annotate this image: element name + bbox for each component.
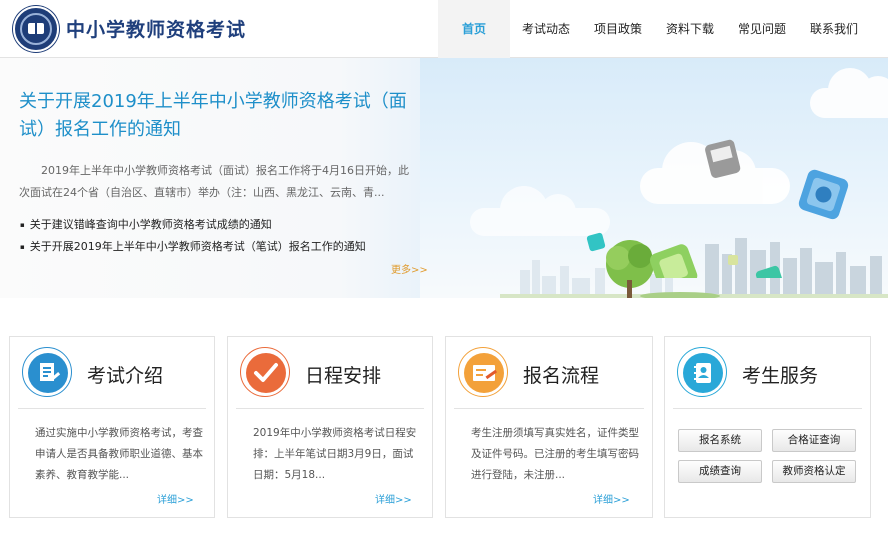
card-exam-intro: 考试介绍 通过实施中小学教师资格考试，考查申请人是否具备教师职业道德、基本素养、… (9, 336, 215, 518)
hero-summary: 2019年上半年中小学教师资格考试（面试）报名工作将于4月16日开始，此次面试在… (19, 164, 409, 199)
main-nav: 首页 考试动态 项目政策 资料下载 常见问题 联系我们 (438, 0, 870, 58)
divider (454, 408, 644, 409)
card-summary: 考生注册须填写真实姓名，证件类型及证件号码。已注册的考生填写密码进行登陆，未注册… (471, 427, 639, 481)
certificate-query-button[interactable]: 合格证查询 (772, 429, 856, 452)
card-more-link[interactable]: 详细>> (593, 491, 630, 506)
divider (236, 408, 424, 409)
card-more-link[interactable]: 详细>> (157, 491, 194, 506)
nav-downloads[interactable]: 资料下载 (654, 0, 726, 58)
cloud-illustration (810, 68, 888, 118)
document-edit-icon (22, 347, 72, 397)
card-title[interactable]: 考生服务 (742, 361, 818, 388)
hero-more-link[interactable]: 更多>> (391, 261, 428, 276)
form-pen-icon (458, 347, 508, 397)
divider (18, 408, 206, 409)
nav-faq[interactable]: 常见问题 (726, 0, 798, 58)
nav-contact[interactable]: 联系我们 (798, 0, 870, 58)
score-query-button[interactable]: 成绩查询 (678, 460, 762, 483)
card-title[interactable]: 考试介绍 (87, 361, 163, 388)
card-summary: 2019年中小学教师资格考试日程安排：上半年笔试日期3月9日，面试日期：5月18… (253, 427, 417, 481)
logo-emblem-icon[interactable] (13, 6, 59, 52)
hero-headline-link[interactable]: 关于开展2019年上半年中小学教师资格考试（面试）报名工作的通知 (19, 88, 414, 144)
card-registration-process: 报名流程 考生注册须填写真实姓名，证件类型及证件号码。已注册的考生填写密码进行登… (445, 336, 653, 518)
hero-banner: 关于开展2019年上半年中小学教师资格考试（面试）报名工作的通知 2019年上半… (0, 58, 888, 298)
registration-system-button[interactable]: 报名系统 (678, 429, 762, 452)
nav-policy[interactable]: 项目政策 (582, 0, 654, 58)
contact-book-icon (677, 347, 727, 397)
qualification-certification-button[interactable]: 教师资格认定 (772, 460, 856, 483)
nav-home[interactable]: 首页 (438, 0, 510, 58)
hero-news-list: 关于建议错峰查询中小学教师资格考试成绩的通知 关于开展2019年上半年中小学教师… (20, 214, 366, 258)
card-title[interactable]: 报名流程 (523, 361, 599, 388)
hero-news-link[interactable]: 关于开展2019年上半年中小学教师资格考试（笔试）报名工作的通知 (20, 236, 366, 258)
site-header: 中小学教师资格考试 首页 考试动态 项目政策 资料下载 常见问题 联系我们 (0, 0, 888, 58)
floating-cubes-illustration (586, 139, 849, 278)
card-schedule: 日程安排 2019年中小学教师资格考试日程安排：上半年笔试日期3月9日，面试日期… (227, 336, 433, 518)
card-title[interactable]: 日程安排 (305, 361, 381, 388)
nav-exam-news[interactable]: 考试动态 (510, 0, 582, 58)
card-more-link[interactable]: 详细>> (375, 491, 412, 506)
hero-news-link[interactable]: 关于建议错峰查询中小学教师资格考试成绩的通知 (20, 214, 366, 236)
site-title[interactable]: 中小学教师资格考试 (66, 15, 246, 42)
card-candidate-services: 考生服务 报名系统 合格证查询 成绩查询 教师资格认定 (664, 336, 871, 518)
card-summary: 通过实施中小学教师资格考试，考查申请人是否具备教师职业道德、基本素养、教育教学能… (35, 427, 203, 481)
checkmark-icon (240, 347, 290, 397)
divider (673, 408, 862, 409)
